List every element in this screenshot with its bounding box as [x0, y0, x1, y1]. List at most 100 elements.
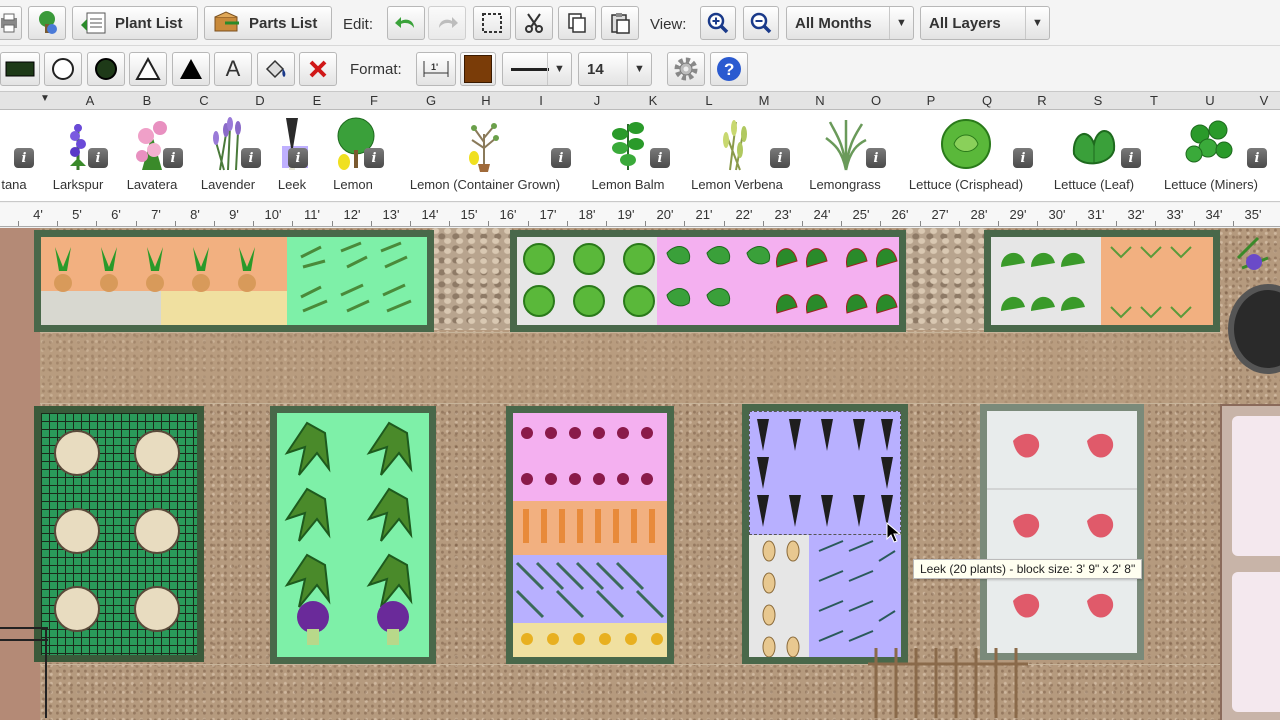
line-style-dropdown[interactable]: ▼: [502, 52, 572, 86]
circle-outline-icon: [52, 58, 74, 80]
kale-plants: [284, 421, 413, 645]
dimension-tool-button[interactable]: 1': [416, 52, 456, 86]
months-dropdown[interactable]: All Months ▼: [786, 6, 914, 40]
plant-name: Lavender: [200, 177, 256, 192]
parts-list-label: Parts List: [249, 14, 318, 32]
plant-name: Lettuce (Leaf): [1053, 177, 1135, 192]
ruler-label: 8': [190, 207, 200, 222]
raised-bed[interactable]: [270, 406, 436, 664]
column-dropdown-icon[interactable]: ▼: [40, 93, 50, 104]
cut-button[interactable]: [515, 6, 553, 40]
rectangle-tool-button[interactable]: [0, 52, 40, 86]
copy-icon: [568, 13, 586, 33]
redo-button[interactable]: [428, 6, 466, 40]
container-lemon-icon: [469, 123, 499, 172]
info-icon[interactable]: i: [1121, 148, 1141, 168]
column-letter: G: [425, 93, 437, 108]
layers-dropdown[interactable]: All Layers ▼: [920, 6, 1050, 40]
info-icon[interactable]: i: [163, 148, 183, 168]
raised-bed[interactable]: [506, 406, 674, 664]
settings-button[interactable]: [667, 52, 705, 86]
greenhouse[interactable]: [1220, 404, 1280, 720]
plant-name: Larkspur: [52, 177, 104, 192]
column-letter: E: [312, 93, 322, 108]
zoom-in-button[interactable]: [700, 6, 736, 40]
info-icon[interactable]: i: [866, 148, 886, 168]
info-icon[interactable]: i: [364, 148, 384, 168]
plant-name: Lettuce (Crisphead): [908, 177, 1024, 192]
add-plant-button[interactable]: [28, 6, 66, 40]
months-dropdown-value: All Months: [795, 14, 872, 32]
info-icon[interactable]: i: [288, 148, 308, 168]
ruler-label: 19': [617, 207, 635, 222]
garden-canvas[interactable]: [0, 228, 1280, 720]
info-icon[interactable]: i: [650, 148, 670, 168]
ruler-label: 28': [970, 207, 988, 222]
info-icon[interactable]: i: [241, 148, 261, 168]
paved-path: [40, 332, 1220, 404]
ruler-label: 9': [229, 207, 239, 222]
plant-name: Lemon Verbena: [691, 177, 783, 192]
delete-button[interactable]: [299, 52, 337, 86]
gear-icon: [674, 57, 698, 81]
triangle-outline-icon: [135, 57, 161, 80]
fill-color-swatch[interactable]: [460, 52, 496, 86]
info-icon[interactable]: i: [88, 148, 108, 168]
info-icon[interactable]: i: [770, 148, 790, 168]
plant-palette: i tana i Larkspur i Lavatera i Lavender …: [0, 110, 1280, 202]
text-a-icon: A: [225, 56, 241, 81]
text-tool-button[interactable]: A: [214, 52, 252, 86]
ruler-label: 25': [852, 207, 870, 222]
ruler-label: 34': [1205, 207, 1223, 222]
raised-bed[interactable]: [742, 404, 908, 664]
column-letter: U: [1205, 93, 1215, 108]
gravel-path: [906, 228, 986, 330]
ruler-label: 11': [304, 207, 320, 222]
font-size-dropdown[interactable]: 14 ▼: [578, 52, 652, 86]
info-icon[interactable]: i: [14, 148, 34, 168]
palette-column-header: ▼ A B C D E F G H I J K L M N O P Q R S …: [0, 92, 1280, 110]
filled-circle-tool-button[interactable]: [87, 52, 125, 86]
ruler-label: 7': [151, 207, 161, 222]
select-area-button[interactable]: [473, 6, 511, 40]
triangle-tool-button[interactable]: [129, 52, 167, 86]
lemon-balm-icon: [612, 122, 644, 170]
info-icon[interactable]: i: [1247, 148, 1267, 168]
circle-tool-button[interactable]: [44, 52, 82, 86]
ruler-label: 17': [539, 207, 557, 222]
raised-bed[interactable]: [34, 406, 204, 662]
parts-list-icon: [214, 11, 239, 32]
plant-list-icon: [81, 12, 106, 34]
column-letter: Q: [981, 93, 993, 108]
undo-button[interactable]: [387, 6, 425, 40]
raised-bed[interactable]: [510, 230, 906, 332]
print-button[interactable]: [0, 6, 22, 40]
zoom-out-button[interactable]: [743, 6, 779, 40]
raised-bed[interactable]: [34, 230, 434, 332]
parts-list-button[interactable]: Parts List: [204, 6, 332, 40]
paint-bucket-icon: [265, 59, 286, 79]
ruler-label: 31': [1087, 207, 1105, 222]
column-letter: B: [142, 93, 152, 108]
ruler-tick: [920, 221, 921, 226]
paste-button[interactable]: [601, 6, 639, 40]
ruler-label: 29': [1009, 207, 1027, 222]
help-button[interactable]: ?: [710, 52, 748, 86]
fill-tool-button[interactable]: [257, 52, 295, 86]
raised-bed[interactable]: [984, 230, 1220, 332]
zoom-in-icon: [707, 12, 729, 34]
ruler-dimension-icon: 1': [423, 61, 449, 77]
plant-list-button[interactable]: Plant List: [72, 6, 198, 40]
miners-lettuce-icon: [1185, 120, 1233, 163]
main-toolbar: Plant List Parts List Edit: View: All Mo…: [0, 0, 1280, 46]
lemon-verbena-icon: [723, 120, 747, 171]
raised-bed[interactable]: [980, 404, 1144, 660]
delete-x-icon: [309, 60, 327, 78]
copy-button[interactable]: [558, 6, 596, 40]
printer-icon: [1, 13, 17, 33]
filled-triangle-tool-button[interactable]: [172, 52, 210, 86]
info-icon[interactable]: i: [1013, 148, 1033, 168]
info-icon[interactable]: i: [551, 148, 571, 168]
ruler-label: 10': [264, 207, 282, 222]
filled-triangle-icon: [180, 59, 202, 79]
